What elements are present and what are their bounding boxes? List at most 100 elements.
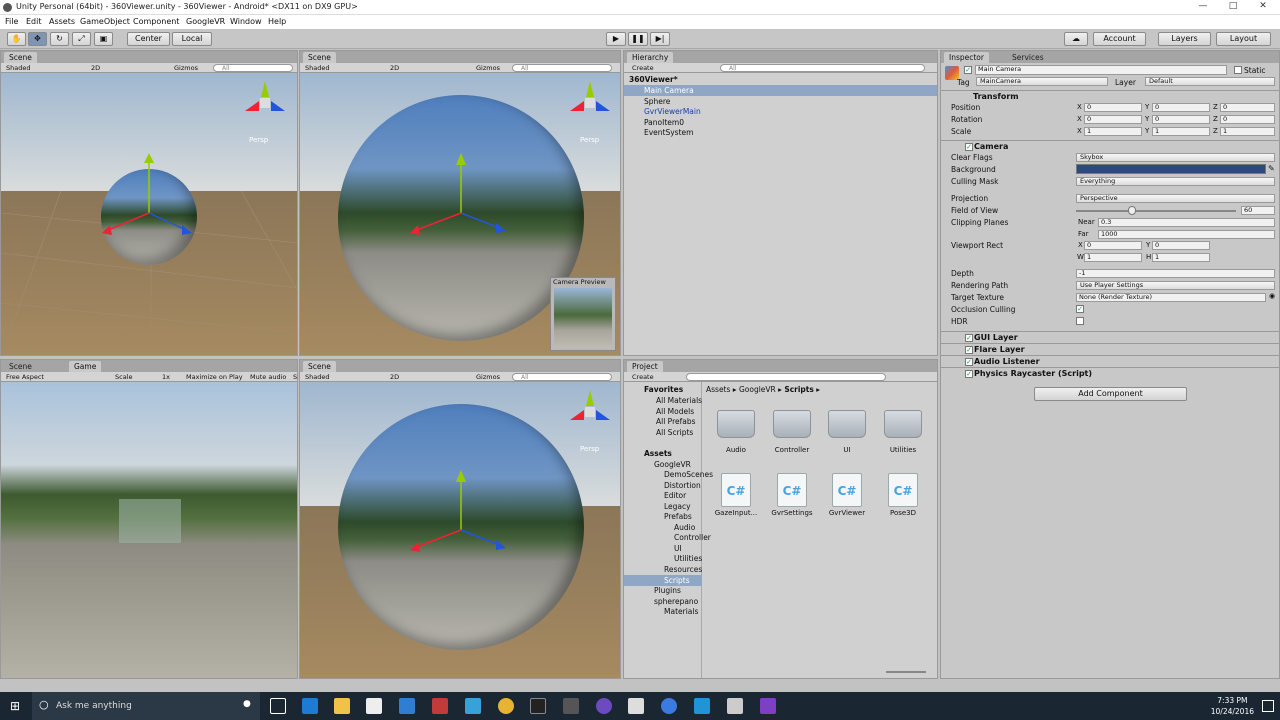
layout-dropdown[interactable]: Layout (1216, 32, 1271, 46)
scene-viewport-3[interactable]: Persp (300, 382, 620, 678)
rotate-tool-icon[interactable]: ↻ (50, 32, 69, 46)
game-viewport[interactable] (1, 382, 297, 678)
project-create-dropdown[interactable]: Create (632, 372, 654, 382)
culling-mask-dropdown[interactable]: Everything (1076, 177, 1275, 186)
occlusion-culling-checkbox[interactable]: ✓ (1076, 305, 1084, 313)
app-icon-8[interactable] (694, 698, 710, 714)
notification-icon[interactable] (1262, 700, 1274, 712)
persp-label[interactable]: Persp (249, 136, 268, 144)
visual-studio-icon[interactable] (760, 698, 776, 714)
orientation-gizmo-2[interactable] (566, 77, 614, 125)
tab-game[interactable]: Game (69, 361, 102, 372)
script-gvrviewer-label[interactable]: GvrViewer (817, 509, 877, 517)
icon-size-slider[interactable] (886, 671, 926, 673)
gizmos-dropdown-2[interactable]: Gizmos (476, 63, 500, 73)
aspect-dropdown[interactable]: Free Aspect (6, 372, 44, 382)
hand-tool-icon[interactable]: ✋ (7, 32, 26, 46)
app-icon-7[interactable] (661, 698, 677, 714)
rendering-path-dropdown[interactable]: Use Player Settings (1076, 281, 1275, 290)
fov-slider-handle[interactable] (1128, 206, 1136, 215)
tab-project[interactable]: Project (627, 361, 663, 372)
tab-scene-4[interactable]: Scene (303, 361, 336, 372)
minimize-button[interactable]: — (1188, 1, 1218, 14)
eyedropper-icon[interactable]: ✎ (1268, 164, 1275, 173)
folder-utilities-icon[interactable] (884, 410, 922, 438)
folder-controller-icon[interactable] (773, 410, 811, 438)
tab-inspector[interactable]: Inspector (944, 52, 989, 63)
pivot-center-button[interactable]: Center (127, 32, 170, 46)
app-icon-3[interactable] (465, 698, 481, 714)
tab-scene[interactable]: Scene (4, 52, 37, 63)
hierarchy-item-eventsystem[interactable]: EventSystem (644, 128, 693, 137)
folder-ui-icon[interactable] (828, 410, 866, 438)
script-pose3d-icon[interactable]: C# (888, 473, 918, 507)
maximize-button[interactable]: □ (1218, 1, 1248, 14)
scene-search-input-3[interactable]: All (512, 373, 612, 381)
folder-ui-label[interactable]: UI (817, 446, 877, 454)
tree-distortion[interactable]: Distortion (664, 481, 701, 490)
script-pose3d-label[interactable]: Pose3D (873, 509, 933, 517)
hierarchy-item-panoitem0[interactable]: PanoItem0 (644, 118, 684, 127)
tree-controller[interactable]: Controller (674, 533, 711, 542)
account-dropdown[interactable]: Account (1093, 32, 1146, 46)
windows-start-icon[interactable]: ⊞ (10, 699, 24, 713)
taskbar-search-box[interactable]: ○ Ask me anything ● (32, 692, 260, 720)
fav-all-models[interactable]: All Models (656, 407, 694, 416)
script-gazeinput-icon[interactable]: C# (721, 473, 751, 507)
near-field[interactable]: 0.3 (1098, 218, 1275, 227)
gizmos-dropdown[interactable]: Gizmos (174, 63, 198, 73)
scene-viewport[interactable]: Persp (1, 73, 297, 355)
layers-dropdown[interactable]: Layers (1158, 32, 1211, 46)
tree-materials[interactable]: Materials (664, 607, 698, 616)
folder-audio-label[interactable]: Audio (706, 446, 766, 454)
project-search-input[interactable] (686, 373, 886, 381)
move-gizmo-2[interactable] (400, 153, 520, 263)
app-icon-6[interactable] (628, 698, 644, 714)
scale-x[interactable]: 1 (1084, 127, 1142, 136)
fav-all-prefabs[interactable]: All Prefabs (656, 417, 696, 426)
pause-button[interactable]: ❚❚ (628, 32, 648, 46)
menu-help[interactable]: Help (268, 17, 286, 26)
app-icon-2[interactable] (432, 698, 448, 714)
shading-dropdown[interactable]: Shaded (6, 63, 30, 73)
active-checkbox[interactable]: ✓ (964, 66, 972, 74)
viewport-h[interactable]: 1 (1152, 253, 1210, 262)
unity-taskbar-icon[interactable] (727, 698, 743, 714)
close-button[interactable]: ✕ (1248, 1, 1278, 14)
persp-label-2[interactable]: Persp (580, 136, 599, 144)
task-view-icon[interactable] (270, 698, 286, 714)
shading-dropdown-3[interactable]: Shaded (305, 372, 329, 382)
menu-window[interactable]: Window (230, 17, 262, 26)
persp-label-3[interactable]: Persp (580, 445, 599, 453)
depth-field[interactable]: -1 (1076, 269, 1275, 278)
chrome-icon[interactable] (498, 698, 514, 714)
file-explorer-icon[interactable] (334, 698, 350, 714)
tree-utilities[interactable]: Utilities (674, 554, 702, 563)
scene-root-item[interactable]: 360Viewer* (629, 75, 678, 84)
transform-header[interactable]: Transform (941, 90, 1279, 102)
script-gvrviewer-icon[interactable]: C# (832, 473, 862, 507)
orientation-gizmo[interactable] (241, 77, 289, 125)
hierarchy-item-main-camera[interactable]: Main Camera (644, 86, 694, 95)
pano-item-panel[interactable] (119, 499, 181, 543)
orientation-gizmo-3[interactable] (566, 386, 614, 434)
tree-resources[interactable]: Resources (664, 565, 702, 574)
toggle-2d-2[interactable]: 2D (390, 63, 399, 73)
app-icon-1[interactable] (399, 698, 415, 714)
tree-googlevr[interactable]: GoogleVR (654, 460, 691, 469)
add-component-button[interactable]: Add Component (1034, 387, 1187, 401)
favorites-header[interactable]: Favorites (644, 385, 683, 394)
scene-viewport-2[interactable]: Persp Camera Preview (300, 73, 620, 355)
tree-prefabs[interactable]: Prefabs (664, 512, 692, 521)
scene-search-input-2[interactable]: All (512, 64, 612, 72)
pivot-local-button[interactable]: Local (172, 32, 212, 46)
flare-layer-header[interactable]: ✓ Flare Layer (941, 343, 1279, 355)
target-texture-field[interactable]: None (Render Texture) (1076, 293, 1266, 302)
move-gizmo-3[interactable] (400, 470, 520, 580)
viewport-x[interactable]: 0 (1084, 241, 1142, 250)
fov-field[interactable]: 60 (1241, 206, 1275, 215)
object-picker-icon[interactable]: ◉ (1269, 292, 1275, 300)
position-z[interactable]: 0 (1220, 103, 1275, 112)
scale-y[interactable]: 1 (1152, 127, 1210, 136)
clear-flags-dropdown[interactable]: Skybox (1076, 153, 1275, 162)
